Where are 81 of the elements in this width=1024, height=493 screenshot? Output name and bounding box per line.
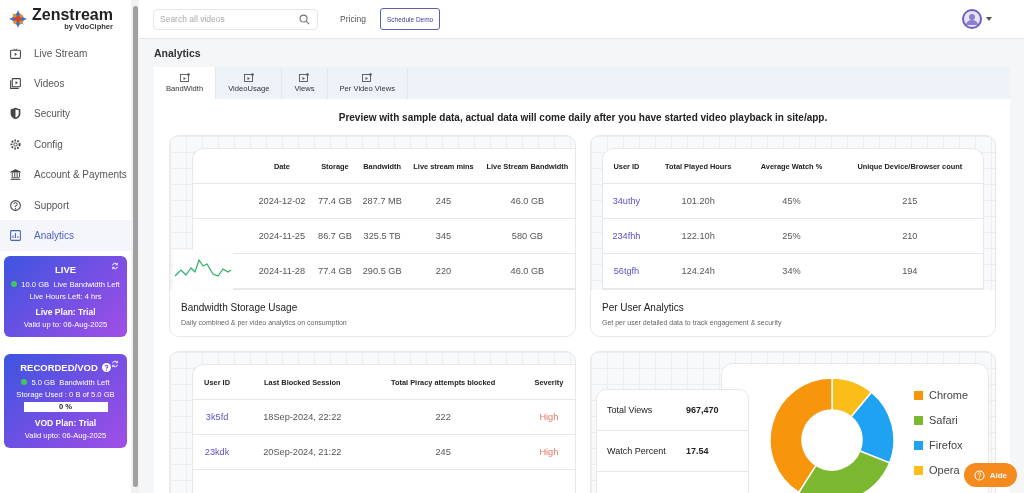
legend-label: Opera [929,464,960,476]
table-cell: 46.0 GB [479,183,575,219]
card-title: Bandwidth Storage Usage [181,302,299,313]
page-title: Analytics [154,46,202,61]
table-cell: 325.5 TB [357,218,408,254]
table-cell: 210 [836,218,983,254]
nav-icon [9,46,22,60]
search-field[interactable]: Search all videos [153,8,318,30]
nav-item[interactable]: Security [0,98,131,130]
card-title: Per User Analytics [602,302,685,313]
nav-icon [9,77,22,91]
nav-item[interactable]: Live Stream [0,38,131,69]
table-cell: 122.10h [649,218,747,254]
legend-label: Firefox [929,439,963,451]
table-cell: 18Sep-2024, 22:22 [241,399,364,435]
table-cell: 77.4 GB [312,253,358,289]
card-title: LIVE [54,263,77,275]
table-cell: 194 [836,253,983,289]
tab-icon [243,73,254,82]
help-icon [973,469,985,481]
nav-icon [9,198,22,212]
help-icon[interactable] [101,362,111,372]
plan-text: VOD Plan: Trial [34,417,97,428]
table-cell: 220 [407,253,480,289]
stat-value: 967,470 [686,405,720,415]
table-cell: 25% [746,218,837,254]
nav-item[interactable]: Videos [0,68,131,99]
nav-item[interactable]: Analytics [0,220,131,251]
table-cell: High [522,399,575,435]
refresh-icon[interactable] [111,261,119,270]
refresh-icon[interactable] [111,359,119,368]
avatar-icon[interactable] [962,9,982,29]
search-icon[interactable] [299,13,310,25]
stat-label: Watch Percent [607,446,666,456]
table-cell: 86.7 GB [312,218,358,254]
caret-icon[interactable] [986,17,992,21]
table-cell: 287.7 MB [357,183,408,219]
table-cell: 20Sep-2024, 21:22 [241,434,364,470]
nav-item[interactable]: Config [0,129,131,160]
table-cell: 215 [836,183,983,219]
user-id-link[interactable]: 23kdk [193,434,242,470]
table-cell: 77.4 GB [312,183,358,219]
table-cell: 124.24h [649,253,747,289]
notice-text: Preview with sample data, actual data will come daily after you have started video playback in site/app. [337,111,829,125]
stat-value: 17.54 [686,446,710,456]
status-dot [21,379,28,386]
table-cell: 34% [746,253,837,289]
legend-label: Safari [929,414,958,426]
table-cell: 2024-12-02 [193,183,313,219]
tab-icon [299,73,310,82]
scrollbar[interactable] [131,0,139,493]
plan-text: Live Plan: Trial [35,306,96,317]
table-cell: 245 [363,434,523,470]
table-cell: 101.20h [649,183,747,219]
tab-icon [362,73,373,82]
card-title: RECORDED/VOD [20,361,98,373]
table-cell: 46.0 GB [479,253,575,289]
user-id-link[interactable]: 34uthy [603,183,650,219]
legend-label: Chrome [929,389,969,401]
logo-icon [8,9,28,29]
user-id-link[interactable]: 56tgfh [603,253,650,289]
table-cell: 345 [407,218,480,254]
table-cell: 245 [407,183,480,219]
nav-icon [9,229,22,243]
stat-label: Total Views [607,405,653,415]
brand-name: Zenstream [32,7,113,24]
nav-icon [9,107,22,121]
user-id-link[interactable]: 3k5fd [193,399,242,435]
table-cell: 580 GB [479,218,575,254]
nav-item[interactable]: Support [0,189,131,221]
table-cell: 290.5 GB [357,253,408,289]
status-dot [11,281,18,288]
user-id-link[interactable]: 234fhh [603,218,650,254]
table-cell: 45% [746,183,837,219]
tab-icon [179,73,190,82]
pricing-link[interactable]: Pricing [340,14,366,24]
table-cell: 222 [363,399,523,435]
table-cell: High [522,434,575,470]
nav-icon [9,168,22,182]
nav-icon [9,137,22,151]
nav-item[interactable]: Account & Payments [0,159,131,190]
